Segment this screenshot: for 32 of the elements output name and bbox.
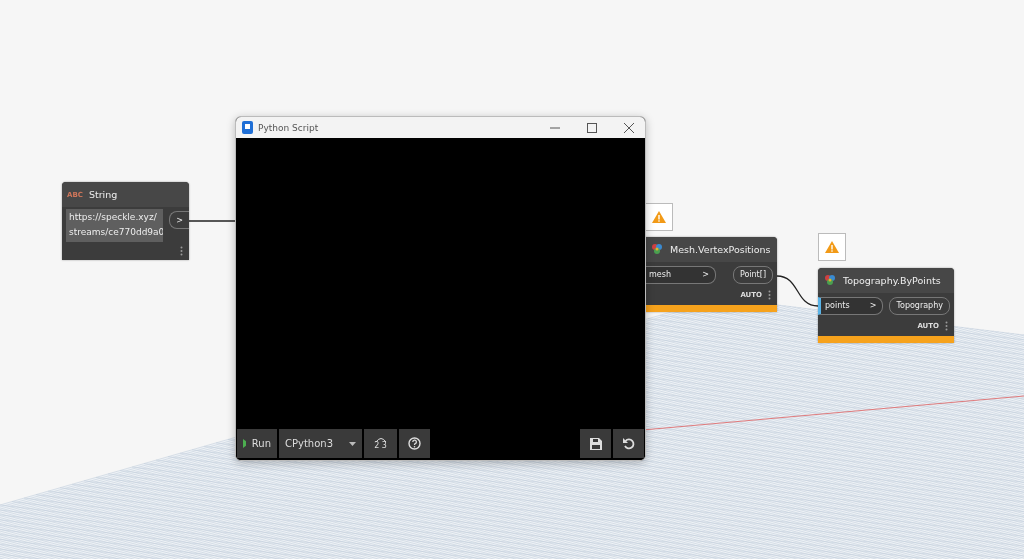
close-icon <box>624 122 634 133</box>
wire <box>776 275 819 307</box>
engine-dropdown[interactable]: CPython3 <box>279 429 362 458</box>
window-title: Python Script <box>258 122 320 133</box>
menu-dots-icon[interactable] <box>180 246 183 257</box>
arc-icon <box>374 437 387 442</box>
menu-dots-icon[interactable] <box>945 320 948 331</box>
wire <box>188 220 237 222</box>
input-port[interactable]: mesh > <box>645 265 716 284</box>
node-icon <box>823 273 837 288</box>
help-icon <box>408 437 421 450</box>
string-input-field[interactable]: https://speckle.xyz/ streams/ce770dd9a0 <box>66 209 164 243</box>
run-button[interactable]: Run <box>237 429 277 458</box>
undo-icon <box>622 437 635 450</box>
menu-dots-icon[interactable] <box>768 289 771 300</box>
input-port[interactable]: points > <box>818 296 884 315</box>
node-title: Topography.ByPoints <box>843 274 941 286</box>
help-button[interactable] <box>399 429 430 458</box>
warning-icon <box>652 211 666 223</box>
save-button[interactable] <box>580 429 611 458</box>
caret-icon <box>349 441 356 446</box>
undo-button[interactable] <box>613 429 644 458</box>
node-title: String <box>88 189 118 201</box>
output-port[interactable]: > <box>169 211 189 230</box>
node-icon <box>650 242 664 257</box>
warning-icon <box>825 241 839 253</box>
output-port[interactable]: Topography <box>889 296 950 315</box>
play-icon <box>243 439 246 448</box>
app-icon <box>242 121 253 134</box>
output-port[interactable]: Point[] <box>732 265 773 284</box>
maximize-icon <box>587 122 597 133</box>
node-title: Mesh.VertexPositions <box>670 243 771 255</box>
